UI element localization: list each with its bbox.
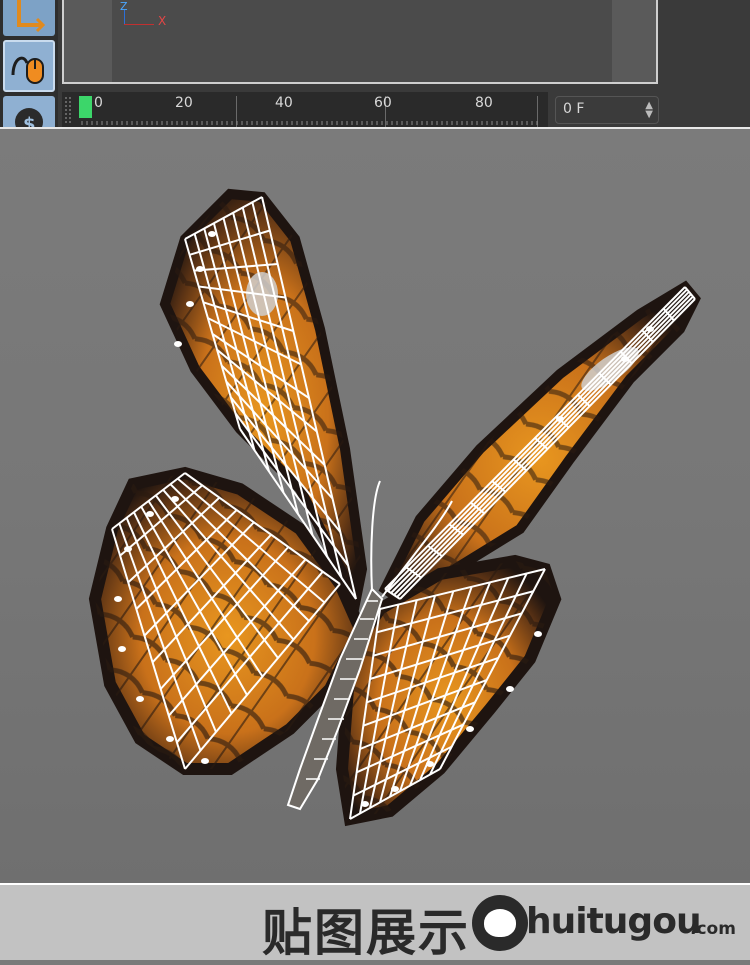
svg-text:$: $ [23, 114, 36, 127]
axis-x-label: X [158, 14, 167, 28]
axis-gizmo-x-line [124, 24, 154, 25]
editor-top-strip: $ Z X 0 20 40 60 80 0 F ▲ ▼ [0, 0, 750, 127]
dollar-tool-button[interactable]: $ [3, 96, 55, 127]
left-antenna [370, 480, 381, 592]
frame-spinner-icon[interactable]: ▲ ▼ [645, 101, 653, 120]
timeline-tick-label: 60 [374, 95, 392, 111]
watermark-text: huitugou [526, 901, 702, 942]
timeline-tick-label: 40 [275, 95, 293, 111]
watermark-face [484, 909, 516, 937]
dollar-tool-icon: $ [15, 108, 43, 127]
render-viewport[interactable] [0, 127, 750, 883]
axis-z-label: Z [120, 0, 128, 13]
caption-title: 贴图展示 [262, 904, 470, 962]
mouse-tool-icon [11, 56, 44, 84]
timeline-tick-label: 20 [175, 95, 193, 111]
tool-palette: $ [0, 0, 58, 127]
current-frame-value: 0 F [563, 101, 585, 117]
mini-viewport[interactable] [62, 0, 658, 84]
watermark-logo-icon [472, 895, 528, 951]
mouse-tool-button[interactable] [3, 40, 55, 92]
timeline-playhead[interactable] [79, 96, 92, 118]
butterfly-model [88, 188, 701, 827]
timeline-minor-ticks [81, 121, 538, 125]
timeline-tick-label: 80 [475, 95, 493, 111]
timeline-grip-icon[interactable] [64, 96, 72, 124]
timeline-tick-label: 0 [94, 95, 103, 111]
current-frame-field[interactable]: 0 F ▲ ▼ [555, 96, 659, 124]
mini-viewport-canvas [112, 0, 612, 82]
watermark-suffix: .com [690, 919, 736, 939]
caption-bar: 贴图展示 huitugou .com [0, 883, 750, 962]
axis-tool-button[interactable] [3, 0, 55, 36]
axis-tool-icon [17, 0, 46, 33]
